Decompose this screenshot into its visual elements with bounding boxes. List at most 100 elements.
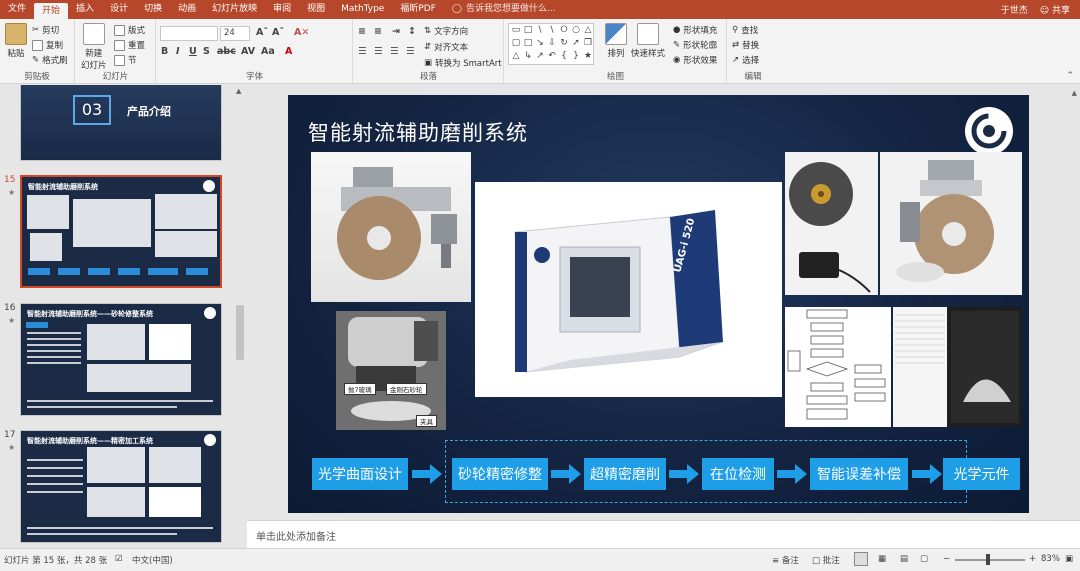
new-slide-button[interactable]: 新建 幻灯片 [81,23,107,71]
align-center-icon[interactable]: ☰ [374,46,383,57]
user-name[interactable]: 于世杰 [1001,3,1028,16]
reset-button[interactable]: 重置 [114,39,145,51]
align-left-icon[interactable]: ☰ [358,46,367,57]
thumbnail-slide-16[interactable]: 智能射流辅助磨削系统——砂轮修整系统 [20,303,222,416]
strikethrough-icon[interactable]: abc [217,46,236,57]
paste-button[interactable]: 粘贴 [5,23,27,59]
justify-icon[interactable]: ☰ [406,46,415,57]
uag-machine-image[interactable]: UAG-i 520 [475,182,782,397]
share-button[interactable]: ☺ 共享 [1040,3,1070,16]
zoom-out-icon[interactable]: − [943,554,950,564]
scrollbar-thumb[interactable] [236,305,244,360]
process-step-wheel-dressing[interactable]: 砂轮精密修整 [452,458,548,490]
change-case-icon[interactable]: Aa [261,46,275,57]
language-indicator[interactable]: 中文(中国) [132,554,173,566]
tab-foxit-pdf[interactable]: 福昕PDF [392,0,444,19]
scroll-up-icon[interactable]: ▲ [236,87,241,95]
spellcheck-icon[interactable]: ☑ [115,554,123,564]
shape-effects-button[interactable]: ◉ 形状效果 [673,54,717,66]
tab-mathtype[interactable]: MathType [333,0,392,19]
tab-file[interactable]: 文件 [0,0,34,19]
select-button[interactable]: ↗ 选择 [732,54,759,66]
underline-icon[interactable]: U [189,46,197,57]
slide-sorter-icon[interactable]: ▦ [878,554,886,564]
notes-placeholder[interactable]: 单击此处添加备注 [256,528,336,543]
align-right-icon[interactable]: ☰ [390,46,399,57]
process-arrow-icon [551,464,581,484]
slide-thumbnail-pane[interactable]: 03 产品介绍 15 ★ 智能射流辅助磨削系统 16 ★ 智能射流辅助磨削系统—… [0,85,232,548]
zoom-level[interactable]: 83% [1041,554,1060,564]
quick-styles-button[interactable]: 快速样式 [631,23,665,59]
smartart-button[interactable]: ▣ 转换为 SmartArt [424,57,502,69]
tab-review[interactable]: 审阅 [265,0,299,19]
tab-view[interactable]: 视图 [299,0,333,19]
notes-pane[interactable]: 单击此处添加备注 [247,520,1080,548]
shape-outline-button[interactable]: ✎ 形状轮廓 [673,39,717,51]
slideshow-icon[interactable]: ▢ [920,554,928,564]
tab-home[interactable]: 开始 [34,3,69,19]
tell-me-box[interactable]: ◯ 告诉我您想要做什么... [444,0,564,19]
process-step-inspection[interactable]: 在位检测 [702,458,774,490]
process-step-optical-element[interactable]: 光学元件 [943,458,1020,490]
process-step-optical-design[interactable]: 光学曲面设计 [312,458,408,490]
find-button[interactable]: ⚲ 查找 [732,24,758,36]
italic-icon[interactable]: I [176,46,180,57]
process-arrow-icon [777,464,807,484]
scroll-up-icon[interactable]: ▲ [1072,89,1077,97]
thumbnail-scrollbar[interactable]: ▲ [234,85,246,548]
shrink-font-icon[interactable]: Aˇ [272,27,284,38]
thumbnail-slide-15[interactable]: 智能射流辅助磨削系统 [20,175,222,288]
process-step-error-compensation[interactable]: 智能误差补偿 [810,458,908,490]
align-text-button[interactable]: ⇵ 对齐文本 [424,41,468,53]
tab-design[interactable]: 设计 [102,0,136,19]
zoom-slider[interactable] [955,559,1025,561]
reading-view-icon[interactable]: ▤ [900,554,908,564]
thumb-text-line [27,459,83,461]
grinding-setup-photo[interactable]: 抛7玻璃 金刚石砂轮 夹具 [336,311,446,430]
font-color-icon[interactable]: A [285,46,292,57]
thumb-text-line [27,356,81,358]
software-screenshot-image[interactable] [893,307,1022,427]
numbering-icon[interactable]: ≡ [374,26,382,37]
tab-animations[interactable]: 动画 [170,0,204,19]
indent-icon[interactable]: ⇥ [392,26,400,37]
tab-transitions[interactable]: 切换 [136,0,170,19]
thumbnail-slide-17[interactable]: 智能射流辅助磨削系统——精密加工系统 [20,430,222,543]
collapse-ribbon-icon[interactable]: ⌃ [1066,71,1074,81]
bullets-icon[interactable]: ≡ [358,26,366,37]
line-spacing-icon[interactable]: ↕ [408,26,416,37]
process-flowchart-image[interactable] [785,307,891,427]
clear-format-icon[interactable]: A✕ [294,27,309,38]
thumbnail-section-slide[interactable]: 03 产品介绍 [20,85,222,161]
normal-view-icon[interactable] [854,552,868,566]
zoom-in-icon[interactable]: + [1029,554,1036,564]
layout-button[interactable]: 版式 [114,24,145,36]
tab-insert[interactable]: 插入 [68,0,102,19]
copy-button[interactable]: 复制 [32,39,63,51]
format-painter-button[interactable]: ✎ 格式刷 [32,54,68,66]
text-direction-button[interactable]: ⇅ 文字方向 [424,25,468,37]
char-spacing-icon[interactable]: AV [241,46,255,57]
tab-slideshow[interactable]: 幻灯片放映 [204,0,265,19]
shadow-icon[interactable]: S [203,46,210,57]
process-step-ultra-grinding[interactable]: 超精密磨削 [584,458,666,490]
section-button[interactable]: 节 [114,54,137,66]
comments-button[interactable]: □ 批注 [812,554,840,566]
font-name-combo[interactable] [160,26,218,41]
grinding-assembly-image[interactable] [880,152,1022,295]
fit-slide-icon[interactable]: ▣ [1065,554,1073,564]
slide-title[interactable]: 智能射流辅助磨削系统 [308,117,528,147]
arrange-button[interactable]: 排列 [605,23,627,59]
current-slide[interactable]: 智能射流辅助磨削系统 UAG-i 520 抛7玻璃 金刚石砂轮 夹具 光学曲面设… [288,95,1029,513]
font-size-combo[interactable]: 24 [220,26,250,41]
grow-font-icon[interactable]: Aˆ [256,27,268,38]
shapes-gallery[interactable]: ▭ □ \ \ ⭘ ○ △ ▢ □ ↘ ⇩ ↻ ➚ ❐ △ ↳ ↗ ↶{} ★ [508,23,594,65]
notes-button[interactable]: ≡ 备注 [772,554,799,566]
dressing-wheel-image[interactable] [785,152,878,295]
cut-button[interactable]: ✂ 剪切 [32,24,59,36]
grinding-wheel-cad-image[interactable] [311,152,471,302]
shape-fill-button[interactable]: ● 形状填充 [673,24,717,36]
bold-icon[interactable]: B [161,46,168,57]
replace-button[interactable]: ⇄ 替换 [732,39,759,51]
zoom-slider-thumb[interactable] [986,554,990,565]
